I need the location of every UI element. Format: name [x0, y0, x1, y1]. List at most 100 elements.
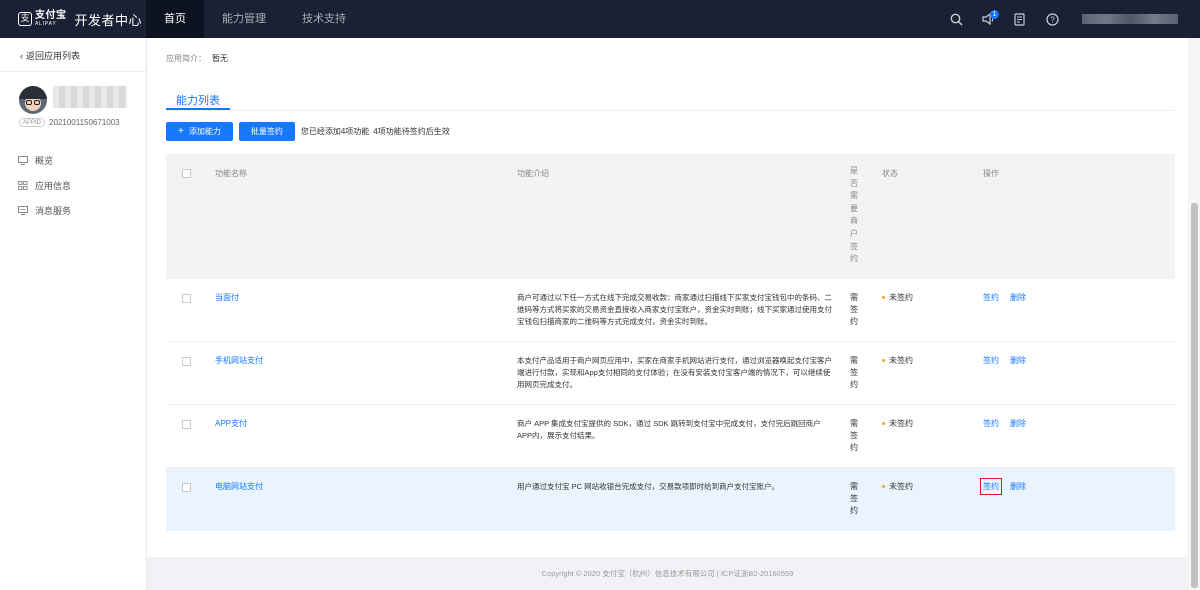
column-header-name: 功能名称 — [215, 169, 247, 178]
monitor-icon — [18, 156, 28, 165]
copyright-text: Copyright © 2020 支付宝（杭州）信息技术有限公司 | ICP证浙… — [541, 569, 794, 578]
row-actions: 签约 删除 — [983, 292, 1037, 303]
capability-name-link[interactable]: APP支付 — [215, 418, 247, 429]
sidebar-item-label: 消息服务 — [35, 206, 72, 216]
logo-text-cn: 支付宝 — [35, 10, 67, 21]
main-nav: 首页 能力管理 技术支持 — [146, 0, 364, 38]
select-all-checkbox[interactable] — [182, 169, 191, 178]
app-intro-value: 暂无 — [212, 54, 228, 63]
status-dot-icon — [882, 359, 885, 362]
capability-table: 功能名称 功能介绍 是否需要商户签约 状态 操作 当面付 商户可通过以下任一方式… — [166, 154, 1175, 531]
app-id: 2021001150671003 — [49, 118, 120, 127]
vertical-scrollbar[interactable] — [1188, 38, 1200, 590]
brand[interactable]: 支 支付宝 ALIPAY 开发者中心 — [0, 0, 146, 38]
column-header-status: 状态 — [882, 169, 898, 178]
back-to-app-list-link[interactable]: ‹ 返回应用列表 — [20, 49, 80, 62]
table-header: 功能名称 功能介绍 是否需要商户签约 状态 操作 — [166, 154, 1175, 279]
row-checkbox[interactable] — [182, 483, 191, 492]
table-row: APP支付 商户 APP 集成支付宝提供的 SDK，通过 SDK 跳转到支付宝中… — [166, 405, 1175, 468]
delete-link[interactable]: 删除 — [1010, 292, 1026, 303]
status-text: 未签约 — [889, 482, 913, 491]
row-checkbox[interactable] — [182, 294, 191, 303]
sidebar-item-message-service[interactable]: 消息服务 — [18, 198, 71, 223]
status-badge: 未签约 — [882, 481, 913, 492]
app-id-row: APPID 2021001150671003 — [19, 118, 120, 127]
appid-tag: APPID — [19, 118, 46, 127]
user-account-menu[interactable] — [1082, 14, 1178, 24]
signing-required: 需签约 — [850, 356, 858, 389]
capability-description: 商户 APP 集成支付宝提供的 SDK，通过 SDK 跳转到支付宝中完成支付，支… — [517, 419, 821, 440]
sign-link[interactable]: 签约 — [983, 292, 999, 303]
nav-capability-management[interactable]: 能力管理 — [204, 0, 284, 38]
alipay-logo: 支 支付宝 ALIPAY — [18, 11, 67, 27]
sidebar-item-label: 概览 — [35, 156, 54, 166]
speaker-icon[interactable]: 1 — [972, 0, 1004, 38]
svg-text:?: ? — [1050, 15, 1055, 24]
table-row: 当面付 商户可通过以下任一方式在线下完成交易收款：商家通过扫描线下买家支付宝钱包… — [166, 279, 1175, 342]
nav-tech-support[interactable]: 技术支持 — [284, 0, 364, 38]
table-row: 手机网站支付 本支付产品适用于商户网页应用中，买家在商家手机网站进行支付，通过浏… — [166, 342, 1175, 405]
app-avatar — [19, 86, 47, 114]
status-text: 未签约 — [889, 419, 913, 428]
column-header-actions: 操作 — [983, 169, 999, 178]
nav-home[interactable]: 首页 — [146, 0, 204, 38]
status-badge: 未签约 — [882, 418, 913, 429]
sidebar-item-overview[interactable]: 概览 — [18, 148, 71, 173]
scrollbar-thumb[interactable] — [1191, 203, 1198, 588]
table-row: 电脑网站支付 用户通过支付宝 PC 网站收银台完成支付，交易款项即时给到商户支付… — [166, 468, 1175, 531]
status-dot-icon — [882, 296, 885, 299]
capability-name-link[interactable]: 当面付 — [215, 292, 239, 303]
search-icon[interactable] — [940, 0, 972, 38]
status-text: 未签约 — [889, 356, 913, 365]
status-dot-icon — [882, 485, 885, 488]
sidebar-menu: 概览 应用信息 消息服务 — [18, 148, 71, 223]
status-dot-icon — [882, 422, 885, 425]
capability-description: 用户通过支付宝 PC 网站收银台完成支付，交易款项即时给到商户支付宝账户。 — [517, 482, 780, 491]
batch-sign-label: 批量签约 — [250, 127, 283, 136]
plus-icon: + — [178, 126, 184, 137]
added-count-text: 您已经添加4项功能 — [300, 127, 370, 136]
capability-count-note: 您已经添加4项功能 4项功能待签约后生效 — [301, 126, 450, 137]
app-name-redacted — [53, 86, 127, 108]
batch-sign-button[interactable]: 批量签约 — [238, 122, 295, 141]
sidebar-item-app-info[interactable]: 应用信息 — [18, 173, 71, 198]
document-icon[interactable] — [1004, 0, 1036, 38]
delete-link[interactable]: 删除 — [1010, 418, 1026, 429]
status-text: 未签约 — [889, 293, 913, 302]
capability-name-link[interactable]: 电脑网站支付 — [215, 481, 263, 492]
sidebar: ‹返回应用列表 APPID 2021001150671003 概览 应用信息 — [0, 38, 147, 590]
column-header-signing-required: 是否需要商户签约 — [850, 166, 858, 264]
app-intro-label: 应用简介： — [166, 54, 206, 63]
logo-text-en: ALIPAY — [35, 21, 57, 27]
delete-link[interactable]: 删除 — [1010, 481, 1026, 492]
add-capability-label: 添加能力 — [188, 127, 221, 136]
tab-divider — [166, 110, 1175, 111]
tab-capability-list[interactable]: 能力列表 — [166, 92, 230, 110]
capability-description: 本支付产品适用于商户网页应用中，买家在商家手机网站进行支付，通过浏览器唤起支付宝… — [517, 356, 832, 389]
sign-link[interactable]: 签约 — [983, 355, 999, 366]
capability-name-link[interactable]: 手机网站支付 — [215, 355, 263, 366]
status-badge: 未签约 — [882, 355, 913, 366]
back-link-label: 返回应用列表 — [26, 51, 81, 61]
row-actions: 签约 删除 — [983, 418, 1037, 429]
toolbar: + 添加能力 批量签约 您已经添加4项功能 4项功能待签约后生效 — [166, 122, 450, 141]
delete-link[interactable]: 删除 — [1010, 355, 1026, 366]
sign-link[interactable]: 签约 — [983, 418, 999, 429]
signing-required: 需签约 — [850, 293, 858, 326]
sidebar-item-label: 应用信息 — [35, 181, 72, 191]
sidebar-divider — [0, 71, 146, 72]
message-icon — [18, 206, 28, 215]
top-navigation-bar: 支 支付宝 ALIPAY 开发者中心 首页 能力管理 技术支持 1 ? — [0, 0, 1200, 38]
help-icon[interactable]: ? — [1036, 0, 1068, 38]
row-checkbox[interactable] — [182, 357, 191, 366]
add-capability-button[interactable]: + 添加能力 — [166, 122, 233, 141]
column-header-description: 功能介绍 — [517, 169, 549, 178]
row-checkbox[interactable] — [182, 420, 191, 429]
site-title: 开发者中心 — [74, 12, 143, 28]
pending-count-text: 4项功能待签约后生效 — [373, 127, 450, 136]
chevron-left-icon: ‹ — [20, 51, 23, 61]
topbar-actions: 1 ? — [940, 0, 1200, 38]
row-actions: 签约 删除 — [983, 355, 1037, 366]
capability-description: 商户可通过以下任一方式在线下完成交易收款：商家通过扫描线下买家支付宝钱包中的条码… — [517, 293, 832, 326]
sign-link[interactable]: 签约 — [980, 478, 1002, 495]
